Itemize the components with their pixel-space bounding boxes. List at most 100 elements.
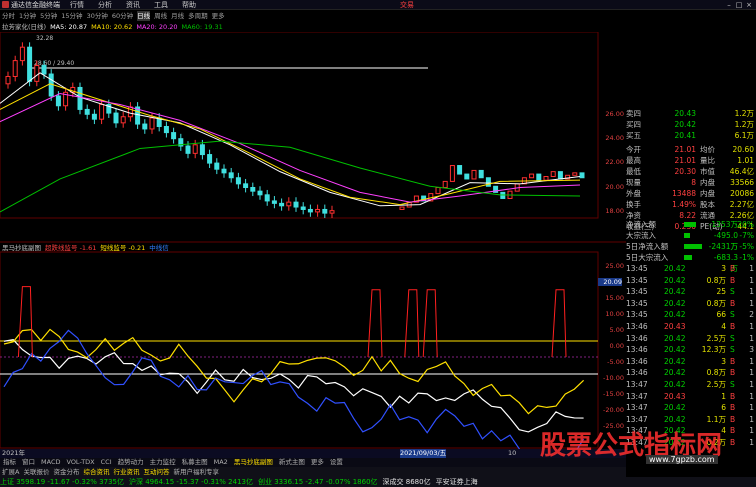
candle <box>250 187 256 192</box>
tab-period[interactable]: 60分钟 <box>112 11 133 21</box>
tick-count: 1 <box>749 368 754 378</box>
maximize-icon[interactable]: □ <box>734 0 744 10</box>
tick-volume: 12.3万 <box>701 345 726 355</box>
tab-period[interactable]: 多周期 <box>188 11 208 21</box>
indicator-tabs: 指标 窗口 MACD VOL-TDX CCI 趋势动力 主力监控 私募主图 MA… <box>0 458 626 467</box>
tab-bottom[interactable]: 关联报价 <box>23 467 49 477</box>
menu-item[interactable]: 行情 <box>70 0 84 10</box>
stat-label: 最低 <box>626 167 641 176</box>
candle <box>235 177 241 185</box>
ma5-value: MA5: 20.87 <box>50 23 88 31</box>
tick-price: 20.43 <box>664 391 686 401</box>
trade-menu[interactable]: 交易 <box>400 0 414 10</box>
tick-time: 13:46 <box>626 345 648 355</box>
candle <box>471 169 477 180</box>
tab-period-active[interactable]: 日线 <box>137 11 151 21</box>
tab-bottom[interactable]: 新用户福利专享 <box>173 467 219 477</box>
tab-indicator[interactable]: MA2 <box>214 458 228 467</box>
tick-time: 13:46 <box>626 322 648 331</box>
tick-volume: 3 <box>721 264 726 273</box>
indicator-panel-frame <box>0 251 599 449</box>
menu-item[interactable]: 分析 <box>98 0 112 10</box>
ind-tick: -10.00 <box>603 374 624 382</box>
tab-period[interactable]: 30分钟 <box>87 11 108 21</box>
tab-bottom[interactable]: 资金分布 <box>53 467 79 477</box>
tab-period[interactable]: 15分钟 <box>61 11 82 21</box>
tab-indicator[interactable]: 私募主图 <box>182 458 208 467</box>
tab-period[interactable]: 周线 <box>154 11 167 21</box>
tick-row: 13:45 20.42 0.8万 B 1 <box>626 275 756 286</box>
tab-indicator[interactable]: 趋势动力 <box>118 458 144 467</box>
tick-count: 1 <box>749 322 754 331</box>
stat-row: 最低 20.30 市值 46.4亿 <box>626 166 756 177</box>
tab-bottom[interactable]: 行业资讯 <box>113 467 139 477</box>
tab-indicator[interactable]: 新式主图 <box>279 458 305 467</box>
chart-area[interactable]: 28.60 / 29.40 32.28 <box>0 32 626 449</box>
tick-price: 20.42 <box>664 380 686 389</box>
tab-indicator[interactable]: 主力监控 <box>150 458 176 467</box>
tick-row: 13:46 20.42 2.5万 S 1 <box>626 333 756 344</box>
menu-item[interactable]: 资讯 <box>126 0 140 10</box>
candle <box>199 144 205 156</box>
candle <box>192 144 198 154</box>
order-vol: 6.1万 <box>734 131 754 140</box>
flow-bar <box>684 233 690 238</box>
tick-row: 13:46 20.43 4 B 1 <box>626 321 756 332</box>
tab-bottom[interactable]: 综合资讯 <box>83 467 109 477</box>
tab-indicator[interactable]: 窗口 <box>22 458 35 467</box>
candle <box>207 154 213 164</box>
order-row: 卖四 20.43 1.2万 <box>626 108 756 119</box>
minimize-icon[interactable]: – <box>724 0 734 10</box>
tab-indicator[interactable]: VOL-TDX <box>66 458 94 467</box>
tick-time: 13:47 <box>626 391 648 401</box>
flow-bar <box>684 244 702 249</box>
candle <box>41 65 47 75</box>
tick-volume: 25 <box>716 287 726 297</box>
candle <box>77 86 83 110</box>
tick-price: 20.43 <box>664 322 686 331</box>
tab-bottom[interactable]: 互动问答 <box>143 467 169 477</box>
flow-pct: -20% <box>734 220 754 229</box>
candle <box>99 104 105 120</box>
tick-volume: 2.5万 <box>706 333 726 343</box>
stat-row: 现量 8 内盘 33566 <box>626 177 756 188</box>
close-icon[interactable]: × <box>744 0 754 10</box>
flow-label: 5日大宗流入 <box>626 253 669 262</box>
tick-row: 13:46 20.42 0.8万 B 1 <box>626 367 756 378</box>
candle <box>19 46 25 62</box>
index-cy[interactable]: 创业 3336.15 -2.47 -0.07% 1860亿 <box>258 477 378 487</box>
tab-period[interactable]: 月线 <box>171 11 184 21</box>
indicator-name[interactable]: 黑马抄底副图 <box>2 243 41 253</box>
index-sh[interactable]: 上证 3598.19 -11.67 -0.32% 3735亿 <box>0 477 124 487</box>
tab-indicator[interactable]: MACD <box>41 458 60 467</box>
tab-indicator[interactable]: 更多 <box>311 458 324 467</box>
tab-indicator[interactable]: 指标 <box>3 458 16 467</box>
menu-item[interactable]: 帮助 <box>182 0 196 10</box>
tab-period[interactable]: 分时 <box>2 11 15 21</box>
candle <box>557 171 563 180</box>
stat-label: 最高 <box>626 156 641 165</box>
tab-indicator-active[interactable]: 黑马抄底副图 <box>234 458 273 467</box>
stat-label: 均价 <box>700 145 715 154</box>
tab-period[interactable]: 更多 <box>212 11 225 21</box>
stat-value: 2.27亿 <box>729 200 754 209</box>
ma60-value: MA60: 19.31 <box>181 23 223 31</box>
menu-item[interactable]: 工具 <box>154 0 168 10</box>
tab-indicator[interactable]: 设置 <box>330 458 343 467</box>
index-sz[interactable]: 沪深 4964.15 -15.37 -0.31% 2413亿 <box>129 477 253 487</box>
tick-volume: 66 <box>716 310 726 320</box>
bottom-tabs: 扩展A 关联报价 资金分布 综合资讯 行业资讯 互动问答 新用户福利专享 <box>0 467 626 477</box>
tick-price: 20.42 <box>664 403 686 413</box>
tab-period[interactable]: 1分钟 <box>19 11 36 21</box>
ma20-value: MA20: 20.20 <box>136 23 178 31</box>
candle <box>113 112 119 124</box>
tab-period[interactable]: 5分钟 <box>40 11 57 21</box>
tab-bottom[interactable]: 扩展A <box>2 467 19 477</box>
tick-count: 1 <box>749 356 754 366</box>
candle <box>307 208 313 213</box>
tick-time: 13:45 <box>626 310 648 320</box>
tab-indicator[interactable]: CCI <box>101 458 112 467</box>
candle <box>149 117 155 130</box>
candle <box>449 165 455 182</box>
indicator-red-signal <box>17 286 33 358</box>
